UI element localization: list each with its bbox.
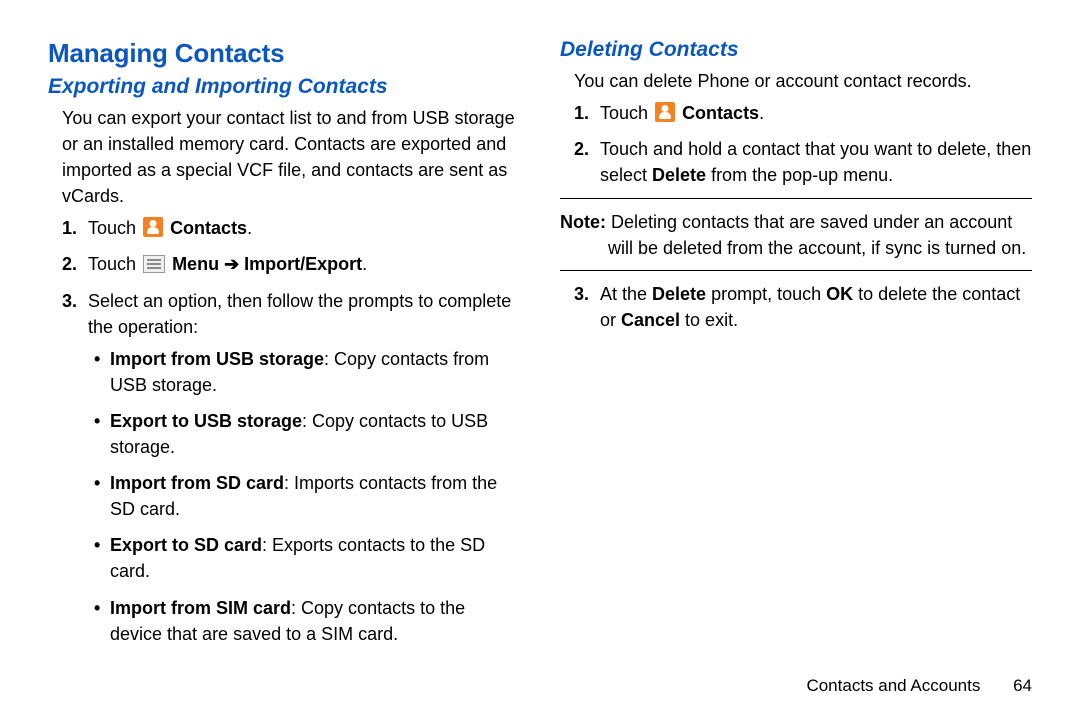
- del-step-2: 2. Touch and hold a contact that you wan…: [574, 136, 1032, 188]
- opt-import-usb: Import from USB storage: Copy contacts f…: [94, 346, 520, 398]
- manual-page: Managing Contacts Exporting and Importin…: [0, 0, 1080, 720]
- intro-export-import: You can export your contact list to and …: [48, 105, 520, 209]
- contacts-icon: [655, 102, 675, 122]
- left-column: Managing Contacts Exporting and Importin…: [48, 38, 540, 700]
- heading-managing-contacts: Managing Contacts: [48, 38, 520, 69]
- step-3: 3. Select an option, then follow the pro…: [62, 288, 520, 647]
- subheading-export-import: Exporting and Importing Contacts: [48, 75, 520, 99]
- intro-deleting: You can delete Phone or account contact …: [560, 68, 1032, 94]
- subheading-deleting: Deleting Contacts: [560, 38, 1032, 62]
- steps-deleting-cont: 3. At the Delete prompt, touch OK to del…: [574, 281, 1032, 333]
- divider: [560, 198, 1032, 199]
- step-2: 2. Touch Menu ➔ Import/Export.: [62, 251, 520, 277]
- contacts-icon: [143, 217, 163, 237]
- steps-deleting: 1. Touch Contacts. 2. Touch and hold a c…: [574, 100, 1032, 188]
- opt-export-sd: Export to SD card: Exports contacts to t…: [94, 532, 520, 584]
- right-column: Deleting Contacts You can delete Phone o…: [540, 38, 1032, 700]
- page-number: 64: [1013, 676, 1032, 696]
- steps-export-import: 1. Touch Contacts. 2. Touch Menu ➔ Impor…: [62, 215, 520, 646]
- opt-import-sd: Import from SD card: Imports contacts fr…: [94, 470, 520, 522]
- del-step-3: 3. At the Delete prompt, touch OK to del…: [574, 281, 1032, 333]
- opt-import-sim: Import from SIM card: Copy contacts to t…: [94, 595, 520, 647]
- opt-export-usb: Export to USB storage: Copy contacts to …: [94, 408, 520, 460]
- step-1: 1. Touch Contacts.: [62, 215, 520, 241]
- menu-icon: [143, 255, 165, 273]
- footer-section: Contacts and Accounts: [806, 676, 980, 695]
- options-list: Import from USB storage: Copy contacts f…: [94, 346, 520, 647]
- divider: [560, 270, 1032, 271]
- del-step-1: 1. Touch Contacts.: [574, 100, 1032, 126]
- page-footer: Contacts and Accounts 64: [806, 676, 1032, 696]
- note-block: Note: Deleting contacts that are saved u…: [560, 209, 1032, 261]
